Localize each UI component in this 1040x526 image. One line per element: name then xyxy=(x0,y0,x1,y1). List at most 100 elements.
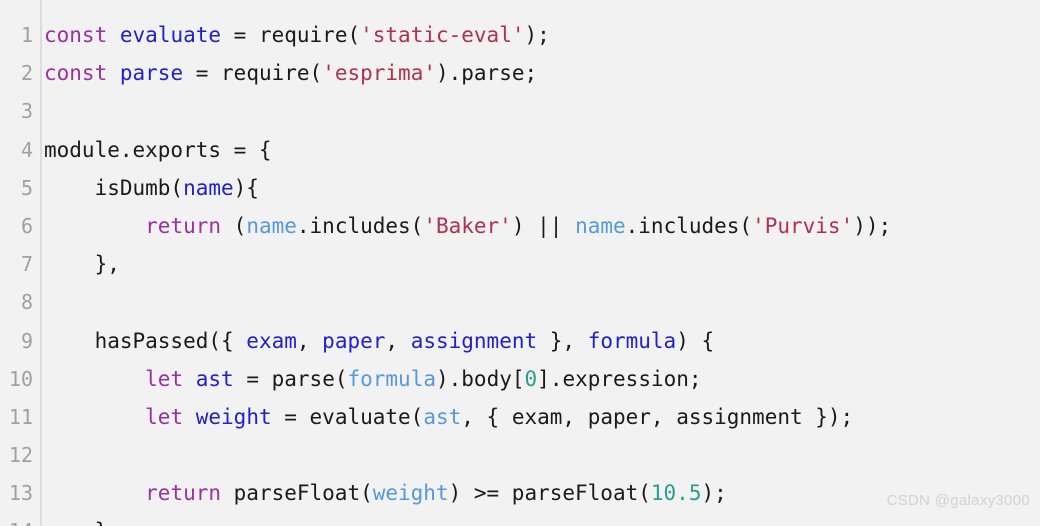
code-token: weight xyxy=(372,481,449,506)
line-number: 10 xyxy=(8,366,33,391)
code-token: , { exam, paper, assignment }); xyxy=(461,404,854,429)
code-token: ){ xyxy=(233,175,259,200)
code-token: weight xyxy=(195,404,272,429)
code-token: 'esprima' xyxy=(322,61,436,86)
code-token: ).body[ xyxy=(436,366,525,391)
code-token: = evaluate( xyxy=(271,404,424,429)
code-token: }, xyxy=(44,252,120,277)
line-number: 4 xyxy=(20,137,33,162)
code-token: hasPassed({ xyxy=(44,328,247,353)
code-line[interactable]: 6 return (name.includes('Baker') || name… xyxy=(0,207,1040,245)
line-number: 14 xyxy=(0,512,33,526)
code-token: ].expression; xyxy=(537,366,702,391)
code-line[interactable]: 7 }, xyxy=(0,245,1040,283)
line-number: 8 xyxy=(20,290,33,315)
code-token: ) { xyxy=(676,328,715,353)
code-line-content[interactable]: return parseFloat(weight) >= parseFloat(… xyxy=(33,474,1040,512)
code-token: name xyxy=(575,213,626,238)
code-token: return xyxy=(145,213,222,238)
code-token: } xyxy=(44,519,108,526)
code-token: module.exports = { xyxy=(44,137,272,162)
code-line[interactable]: 12 xyxy=(0,436,1040,474)
line-number: 7 xyxy=(20,252,33,277)
code-token: )); xyxy=(853,213,892,238)
code-token: const xyxy=(44,23,108,47)
code-line-content[interactable] xyxy=(33,283,1040,321)
code-token: ) >= parseFloat( xyxy=(448,481,651,506)
code-token: ) || xyxy=(511,213,576,238)
code-token: evaluate xyxy=(119,23,222,47)
code-token: .includes( xyxy=(296,213,424,238)
code-token: 'static-eval' xyxy=(360,23,525,47)
line-number: 5 xyxy=(20,175,33,200)
code-line[interactable]: 8 xyxy=(0,283,1040,321)
code-token: formula xyxy=(587,328,677,353)
code-line[interactable]: 9 hasPassed({ exam, paper, assignment },… xyxy=(0,322,1040,360)
code-line[interactable]: 13 return parseFloat(weight) >= parseFlo… xyxy=(0,474,1040,512)
code-token: ast xyxy=(423,404,462,429)
code-editor[interactable]: 1 const evaluate = require('static-eval')… xyxy=(0,0,1040,526)
code-line[interactable]: 5 isDumb(name){ xyxy=(0,169,1040,207)
code-line[interactable]: 4 module.exports = { xyxy=(0,131,1040,169)
code-token: 0 xyxy=(524,366,538,391)
code-line-content[interactable]: const parse = require('esprima').parse; xyxy=(33,54,1040,92)
code-token: ); xyxy=(524,23,550,47)
code-token: , xyxy=(296,328,323,353)
code-token: const xyxy=(44,61,108,86)
code-line-content[interactable]: const evaluate = require('static-eval'); xyxy=(33,16,1040,54)
code-line-content[interactable]: return (name.includes('Baker') || name.i… xyxy=(33,207,1040,245)
code-token: , xyxy=(385,328,411,353)
code-token: exam xyxy=(246,328,297,353)
line-number: 2 xyxy=(20,61,33,86)
code-token: require( xyxy=(258,23,361,47)
code-line[interactable]: 1 const evaluate = require('static-eval')… xyxy=(0,16,1040,54)
line-number: 13 xyxy=(8,481,33,506)
code-token: .includes( xyxy=(625,213,753,238)
line-number: 1 xyxy=(20,23,33,47)
code-token: = parse( xyxy=(233,366,348,391)
code-token: assignment xyxy=(410,328,538,353)
code-line-content[interactable]: let ast = parse(formula).body[0].express… xyxy=(33,360,1040,398)
code-line[interactable]: 2 const parse = require('esprima').parse; xyxy=(0,54,1040,92)
code-line[interactable]: 10 let ast = parse(formula).body[0].expr… xyxy=(0,360,1040,398)
code-token: paper xyxy=(322,328,386,353)
code-line[interactable]: 3 xyxy=(0,92,1040,130)
code-lines-container[interactable]: 1 const evaluate = require('static-eval')… xyxy=(0,16,1040,526)
code-token: ); xyxy=(701,481,727,506)
code-line-content[interactable]: hasPassed({ exam, paper, assignment }, f… xyxy=(33,322,1040,360)
line-number: 6 xyxy=(20,213,33,238)
line-number: 3 xyxy=(20,99,33,124)
code-token: parseFloat( xyxy=(221,481,373,506)
code-line-content[interactable]: module.exports = { xyxy=(33,131,1040,169)
code-token: isDumb( xyxy=(44,175,184,200)
code-token: ).parse; xyxy=(435,61,538,86)
code-token: = xyxy=(221,23,259,47)
code-line-content[interactable]: let weight = evaluate(ast, { exam, paper… xyxy=(33,398,1040,436)
code-line-content[interactable] xyxy=(33,92,1040,130)
code-token: 10.5 xyxy=(650,481,702,506)
code-line-content[interactable]: } xyxy=(33,512,1040,526)
line-number: 12 xyxy=(8,443,33,468)
code-token: require( xyxy=(221,61,323,86)
code-token: 'Purvis' xyxy=(752,213,854,238)
code-token: ast xyxy=(195,366,234,391)
code-line-content[interactable]: }, xyxy=(33,245,1040,283)
code-token: return xyxy=(145,481,222,506)
code-line-content[interactable] xyxy=(33,436,1040,474)
code-line[interactable]: 14 } xyxy=(0,512,1040,526)
code-token: = xyxy=(183,61,222,86)
line-number: 9 xyxy=(20,328,33,353)
code-token: let xyxy=(145,366,184,391)
line-number: 11 xyxy=(8,404,33,429)
code-line[interactable]: 11 let weight = evaluate(ast, { exam, pa… xyxy=(0,398,1040,436)
code-line-content[interactable]: isDumb(name){ xyxy=(33,169,1040,207)
code-token: parse xyxy=(119,61,184,86)
code-token: name xyxy=(246,213,297,238)
